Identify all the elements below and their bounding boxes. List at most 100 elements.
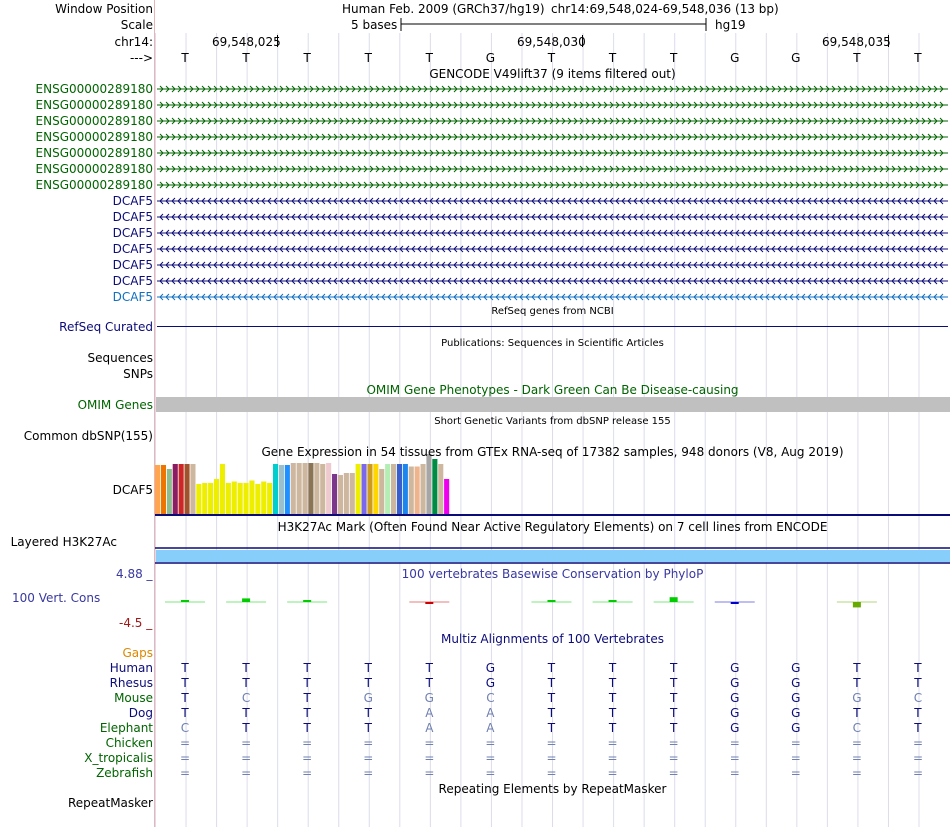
alignment-base: A	[486, 721, 495, 735]
alignment-base: =	[241, 766, 252, 780]
gencode-item-label[interactable]: ENSG00000289180	[36, 161, 153, 177]
alignment-base: T	[914, 721, 922, 735]
alignment-base: G	[791, 706, 801, 720]
gencode-item-label[interactable]: DCAF5	[113, 193, 153, 209]
species-label[interactable]: X_tropicalis	[84, 750, 153, 766]
gtex-label[interactable]: DCAF5	[113, 482, 153, 498]
sequence-base: T	[669, 51, 678, 65]
gencode-item-label[interactable]: ENSG00000289180	[36, 81, 153, 97]
gtex-bar	[385, 464, 391, 514]
species-label[interactable]: Mouse	[114, 690, 153, 706]
omim-label[interactable]: OMIM Genes	[78, 397, 153, 413]
alignment-base: T	[364, 676, 372, 690]
alignment-base: =	[668, 751, 679, 765]
alignment-base: G	[730, 706, 740, 720]
gencode-item-label[interactable]: DCAF5	[113, 241, 153, 257]
alignment-base: =	[241, 736, 252, 750]
alignment-base: G	[485, 676, 496, 690]
gencode-item-label[interactable]: ENSG00000289180	[36, 113, 153, 129]
alignment-base: =	[241, 751, 252, 765]
alignment-base: G	[791, 721, 801, 735]
alignment-base: =	[851, 766, 862, 780]
gtex-bar	[408, 466, 414, 514]
phylop-ymin: -4.5 _	[119, 616, 153, 630]
genome-browser-image[interactable]: Window Position Human Feb. 2009 (GRCh37/…	[0, 0, 950, 827]
species-label[interactable]: Chicken	[106, 735, 153, 751]
gtex-bar	[320, 464, 326, 514]
phylop-mark	[425, 602, 434, 604]
assembly-text: Human Feb. 2009 (GRCh37/hg19)	[342, 2, 545, 16]
alignment-base: =	[912, 736, 924, 750]
alignment-base: =	[851, 751, 862, 765]
gencode-item-label[interactable]: ENSG00000289180	[36, 177, 153, 193]
refseq-label[interactable]: RefSeq Curated	[59, 319, 153, 335]
alignment-base: T	[242, 721, 250, 735]
h3k27ac-label[interactable]: Layered H3K27Ac	[11, 534, 117, 550]
snps-label[interactable]: SNPs	[123, 366, 153, 382]
dbsnp-track-title: Short Genetic Variants from dbSNP releas…	[434, 416, 671, 427]
alignment-base: A	[425, 721, 434, 735]
alignment-base: T	[669, 706, 678, 720]
gtex-bar	[214, 479, 220, 514]
alignment-base: =	[912, 751, 924, 765]
refseq-track-title: RefSeq genes from NCBI	[491, 306, 614, 317]
alignment-base: T	[303, 691, 311, 705]
gencode-item-label[interactable]: ENSG00000289180	[36, 129, 153, 145]
phylop-label[interactable]: 100 Vert. Cons	[12, 590, 100, 606]
gtex-bar	[261, 481, 267, 514]
gencode-item-label[interactable]: DCAF5	[113, 289, 153, 305]
species-label[interactable]: Rhesus	[110, 675, 153, 691]
scale-text: 5 bases	[351, 18, 398, 32]
gtex-bar	[426, 454, 432, 514]
gencode-item-label[interactable]: ENSG00000289180	[36, 145, 153, 161]
alignment-base: =	[607, 751, 618, 765]
gencode-item-label[interactable]: ENSG00000289180	[36, 97, 153, 113]
alignment-base: =	[302, 751, 313, 765]
gtex-bar	[337, 475, 343, 514]
species-label[interactable]: Zebrafish	[96, 765, 153, 781]
alignment-base: T	[364, 721, 372, 735]
alignment-base: T	[181, 661, 189, 675]
sequence-base: T	[853, 51, 861, 65]
sequences-label[interactable]: Sequences	[88, 350, 153, 366]
gtex-bar	[160, 465, 166, 514]
alignment-base: =	[180, 766, 191, 780]
gtex-bar	[243, 483, 249, 514]
alignment-base: =	[729, 736, 740, 750]
alignment-base: T	[242, 676, 250, 690]
alignment-base: =	[668, 736, 679, 750]
alignment-base: T	[364, 661, 372, 675]
alignment-base: =	[424, 766, 435, 780]
phylop-ymax: 4.88 _	[116, 567, 153, 581]
omim-track-title: OMIM Gene Phenotypes - Dark Green Can Be…	[366, 383, 739, 397]
gtex-bar	[373, 464, 379, 514]
alignment-base: T	[425, 661, 433, 675]
gencode-item-label[interactable]: DCAF5	[113, 257, 153, 273]
alignment-base: C	[852, 721, 862, 735]
gencode-item-label[interactable]: DCAF5	[113, 209, 153, 225]
alignment-base: T	[608, 661, 617, 675]
alignment-base: =	[668, 766, 679, 780]
alignment-base: T	[242, 661, 250, 675]
dbsnp-label[interactable]: Common dbSNP(155)	[24, 428, 153, 444]
alignment-base: T	[914, 676, 922, 690]
repeatmasker-label[interactable]: RepeatMasker	[68, 795, 153, 811]
sequence-base: G	[730, 51, 740, 65]
alignment-base: T	[303, 661, 311, 675]
species-label[interactable]: Dog	[129, 705, 153, 721]
sequence-base: T	[608, 51, 617, 65]
gaps-label[interactable]: Gaps	[122, 645, 153, 661]
species-label[interactable]: Human	[110, 660, 153, 676]
alignment-base: =	[424, 736, 435, 750]
gtex-bar	[391, 464, 397, 514]
gtex-bar	[314, 463, 320, 514]
gtex-bar	[225, 483, 231, 514]
gencode-item-label[interactable]: DCAF5	[113, 225, 153, 241]
gtex-bar	[355, 464, 361, 514]
alignment-base: =	[546, 751, 557, 765]
species-label[interactable]: Elephant	[100, 720, 153, 736]
tick-label: 69,548,035	[822, 35, 891, 49]
gencode-item-label[interactable]: DCAF5	[113, 273, 153, 289]
alignment-base: T	[181, 706, 189, 720]
alignment-base: =	[485, 766, 496, 780]
